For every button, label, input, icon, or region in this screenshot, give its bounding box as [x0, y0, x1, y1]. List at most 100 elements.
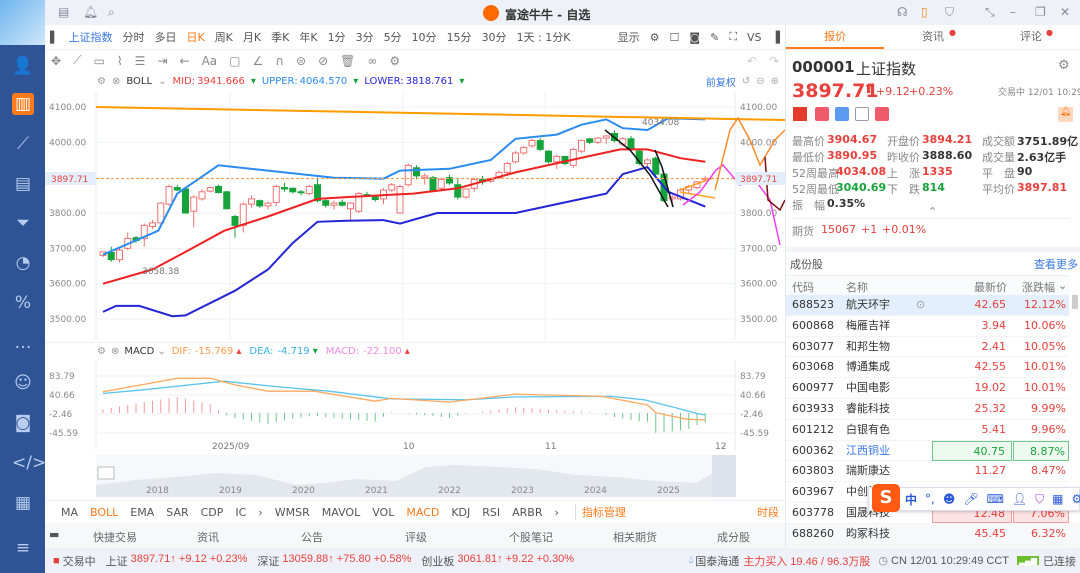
market-chart-icon[interactable]: ▥	[12, 93, 34, 115]
status-index-name[interactable]: 深证	[257, 553, 279, 569]
code-icon[interactable]: </>	[12, 452, 46, 474]
bell-icon[interactable]: 🔔︎	[83, 5, 98, 19]
trendline-drawing[interactable]	[95, 106, 785, 121]
bottom-tab[interactable]: 公告	[301, 529, 323, 545]
clipboard-icon[interactable]: ▯	[921, 5, 928, 19]
broker-name[interactable]: 国泰海通	[695, 553, 739, 569]
trash-icon[interactable]: 🗑︎	[334, 54, 361, 68]
notes-icon[interactable]: ▦	[12, 492, 34, 514]
boll-close-icon[interactable]: ⊗	[112, 76, 120, 87]
row-name[interactable]: 睿能科技	[846, 399, 890, 420]
game-icon[interactable]: ◙	[12, 412, 34, 434]
table-row[interactable]: 688523 航天环宇 42.65 12.12% ⊙	[786, 295, 1069, 316]
headset-icon[interactable]: ☊	[897, 5, 908, 19]
tab-yearly-k[interactable]: 年K	[294, 29, 322, 45]
bottom-tab[interactable]: 评级	[405, 529, 427, 545]
tab-10min[interactable]: 10分	[407, 29, 442, 45]
table-row[interactable]: 603803 瑞斯康达 11.27 8.47%	[786, 461, 1069, 483]
bottom-tab[interactable]: 相关期货	[613, 529, 657, 545]
bottom-tab[interactable]: 个股笔记	[509, 529, 553, 545]
emoji-icon[interactable]: ☻	[943, 492, 956, 506]
chat-icon[interactable]: …	[12, 332, 34, 354]
redo-icon[interactable]: ↷	[763, 54, 785, 68]
tab-30min[interactable]: 30分	[477, 29, 512, 45]
color-dropdown-icon[interactable]: ☐	[665, 31, 685, 44]
note-tool-icon[interactable]: ▢	[223, 54, 246, 68]
bottom-tab[interactable]: 资讯	[197, 529, 219, 545]
col-name[interactable]: 名称	[846, 279, 868, 295]
fib-tool-icon[interactable]: ☰	[129, 54, 152, 68]
row-name[interactable]: 昀冢科技	[846, 524, 890, 545]
tab-15min[interactable]: 15分	[442, 29, 477, 45]
indicator-tab-cdp[interactable]: CDP	[195, 506, 230, 519]
user-icon[interactable]: 👤	[12, 55, 34, 77]
tab-quote[interactable]: 报价	[786, 25, 884, 49]
col-code[interactable]: 代码	[792, 279, 814, 295]
angle-icon[interactable]: ∠	[246, 54, 269, 68]
row-name[interactable]: 博通集成	[846, 357, 890, 378]
report-icon[interactable]: ▤	[12, 173, 34, 195]
indicator-tab-macd[interactable]: MACD	[400, 506, 445, 519]
undo-icon[interactable]: ↶	[741, 54, 763, 68]
adjust-dropdown[interactable]: 前复权	[706, 74, 736, 89]
panel-toggle-icon[interactable]: ▌	[45, 31, 63, 44]
fullscreen-icon[interactable]: ⛶	[724, 30, 742, 44]
indicator-tab-rsi[interactable]: RSI	[476, 506, 506, 519]
watch-icon[interactable]: ⊙	[916, 295, 925, 316]
status-index-name[interactable]: 创业板	[421, 553, 454, 569]
indicator-tab-ma[interactable]: MA	[55, 506, 84, 519]
boll-settings-icon[interactable]: ⚙	[97, 76, 106, 87]
tab-comments[interactable]: 评论	[982, 25, 1080, 49]
table-row[interactable]: 600362 江西铜业 40.75 8.87%	[786, 440, 1069, 462]
row-name[interactable]: 江西铜业	[846, 441, 890, 462]
indicator-tab-ic[interactable]: IC	[229, 506, 252, 519]
range-tool-icon[interactable]: ⇥	[151, 54, 173, 68]
reset-icon[interactable]: ↺	[742, 76, 750, 87]
close-icon[interactable]: ✕	[1060, 5, 1070, 19]
indicator-tab-sar[interactable]: SAR	[160, 506, 194, 519]
table-row[interactable]: 600977 中国电影 19.02 10.01%	[786, 378, 1069, 399]
magnet-icon[interactable]: ∩	[269, 54, 290, 68]
lock-icon[interactable]: ⊜	[290, 54, 312, 68]
camera-icon[interactable]: ◙	[684, 31, 705, 44]
row-name[interactable]: 梅雁吉祥	[846, 316, 890, 337]
tab-3min[interactable]: 3分	[351, 29, 379, 45]
flash-icon[interactable]	[815, 107, 829, 121]
tab-5min[interactable]: 5分	[379, 29, 407, 45]
panel-settings-icon[interactable]: ⚙	[1058, 58, 1070, 73]
app-logo[interactable]	[0, 0, 45, 45]
move-icon[interactable]: ✥	[45, 54, 67, 68]
navigator-window[interactable]	[712, 455, 736, 497]
col-change-pct[interactable]: 涨跌幅	[1022, 279, 1055, 295]
alert-bell-icon[interactable]: 🔔︎	[1058, 107, 1073, 122]
table-row[interactable]: 603068 博通集成 42.55 10.01%	[786, 357, 1069, 379]
shirt-icon[interactable]: ⛉	[945, 5, 954, 20]
notes-icon[interactable]	[855, 107, 869, 121]
tab-news[interactable]: 资讯	[884, 25, 982, 49]
collapse-chevron-icon[interactable]: ⌃	[928, 205, 937, 218]
zoom-in-icon[interactable]: ⊕	[771, 76, 779, 87]
tag-icon[interactable]	[835, 107, 849, 121]
vs-button[interactable]: VS	[742, 31, 767, 44]
row-name[interactable]: 和邦生物	[846, 337, 890, 358]
row-name[interactable]: 白银有色	[846, 420, 890, 441]
boll-name[interactable]: BOLL	[126, 76, 152, 87]
community-icon[interactable]: ☺	[12, 372, 34, 394]
pie-icon[interactable]: ◔	[12, 252, 34, 274]
text-tool-icon[interactable]: Aa	[196, 54, 224, 68]
arrow-tool-icon[interactable]: ←	[174, 54, 196, 68]
layout-icon[interactable]: ▤	[58, 5, 69, 19]
zoom-out-icon[interactable]: ⊖	[756, 76, 764, 87]
keyboard-icon[interactable]: ⌨	[987, 492, 1004, 506]
scrollbar-thumb[interactable]	[1072, 295, 1078, 309]
trend-icon[interactable]: ⟋	[12, 133, 34, 155]
link-icon[interactable]: ∞	[361, 54, 383, 68]
apps-icon[interactable]: ▦	[1052, 492, 1063, 506]
collapse-icon[interactable]: ▬	[49, 528, 59, 541]
minimize-icon[interactable]: –	[1010, 5, 1016, 19]
indicator-tab-wmsr[interactable]: WMSR	[269, 506, 316, 519]
table-row[interactable]: 603933 睿能科技 25.32 9.99%	[786, 399, 1069, 420]
view-more-link[interactable]: 查看更多	[1034, 256, 1078, 272]
scroll-right-icon[interactable]: ›	[548, 506, 564, 519]
search-icon[interactable]: ⌕	[108, 5, 115, 20]
